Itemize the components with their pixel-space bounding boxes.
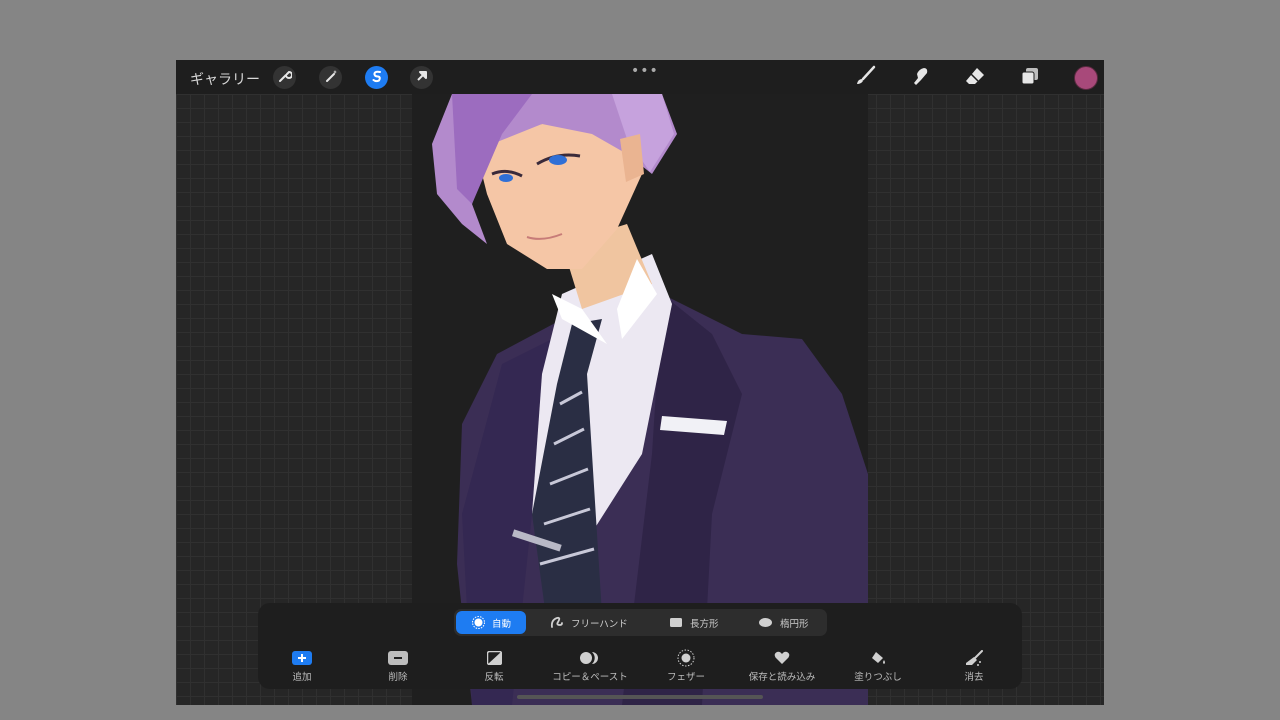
- invert-icon: [486, 649, 502, 666]
- color-fill-icon: [870, 649, 886, 666]
- ellipse-icon: [758, 617, 773, 628]
- smudge-finger-icon: [909, 65, 931, 91]
- copy-paste-icon: [580, 649, 600, 666]
- selection-button[interactable]: [365, 66, 388, 89]
- remove-icon: [388, 649, 408, 666]
- action-save-load[interactable]: 保存と読み込み: [737, 649, 827, 683]
- color-picker-swatch[interactable]: [1074, 66, 1098, 90]
- action-add-label: 追加: [292, 672, 312, 683]
- procreate-window: ギャラリー ••• 自動 フリーハンド 長方形 楕円形 追加 削除 反転 コピー…: [176, 60, 1104, 705]
- transform-button[interactable]: [410, 66, 433, 89]
- action-add[interactable]: 追加: [257, 649, 347, 683]
- action-remove-label: 削除: [388, 672, 408, 683]
- add-icon: [292, 649, 312, 666]
- action-invert-label: 反転: [484, 672, 504, 683]
- action-feather[interactable]: フェザー: [641, 649, 731, 683]
- paintbrush-icon: [854, 65, 876, 91]
- mode-automatic[interactable]: 自動: [456, 611, 526, 634]
- action-clear[interactable]: 消去: [929, 649, 1019, 683]
- action-feather-label: フェザー: [666, 672, 705, 683]
- action-copy-paste[interactable]: コピー＆ペースト: [545, 649, 635, 683]
- gallery-button[interactable]: ギャラリー: [190, 69, 260, 89]
- arrow-cursor-icon: [415, 68, 429, 87]
- layers-icon: [1019, 65, 1041, 91]
- magic-wand-icon: [324, 68, 338, 87]
- action-color-fill[interactable]: 塗りつぶし: [833, 649, 923, 683]
- home-indicator[interactable]: [517, 695, 763, 699]
- actions-wrench-button[interactable]: [273, 66, 296, 89]
- action-save-load-label: 保存と読み込み: [748, 672, 816, 683]
- smudge-button[interactable]: [908, 66, 932, 90]
- mode-ellipse-label: 楕円形: [780, 618, 809, 630]
- action-remove[interactable]: 削除: [353, 649, 443, 683]
- clear-icon: [965, 649, 983, 666]
- mode-rectangle[interactable]: 長方形: [669, 611, 719, 634]
- wrench-icon: [278, 68, 293, 87]
- save-load-icon: [774, 649, 790, 666]
- mode-automatic-label: 自動: [492, 618, 512, 630]
- rectangle-icon: [669, 617, 683, 628]
- mode-ellipse[interactable]: 楕円形: [758, 611, 809, 634]
- mode-freehand-label: フリーハンド: [571, 618, 628, 630]
- adjustments-button[interactable]: [319, 66, 342, 89]
- action-color-fill-label: 塗りつぶし: [854, 672, 902, 683]
- layers-button[interactable]: [1018, 66, 1042, 90]
- freehand-icon: [550, 616, 564, 629]
- feather-icon: [677, 649, 695, 666]
- brush-button[interactable]: [853, 65, 877, 91]
- mode-freehand[interactable]: フリーハンド: [550, 611, 628, 634]
- eraser-icon: [964, 65, 986, 91]
- action-clear-label: 消去: [964, 672, 984, 683]
- action-invert[interactable]: 反転: [449, 649, 539, 683]
- action-copy-paste-label: コピー＆ペースト: [552, 672, 628, 683]
- mode-rectangle-label: 長方形: [690, 618, 719, 630]
- top-toolbar: ギャラリー •••: [176, 60, 1104, 94]
- selection-s-icon: [370, 68, 384, 87]
- auto-icon: [472, 616, 485, 629]
- selection-panel: 自動 フリーハンド 長方形 楕円形 追加 削除 反転 コピー＆ペースト フェザー…: [258, 603, 1022, 689]
- selection-mode-bar: 自動 フリーハンド 長方形 楕円形: [454, 609, 827, 636]
- more-options-dots[interactable]: •••: [631, 63, 659, 79]
- eraser-button[interactable]: [963, 66, 987, 90]
